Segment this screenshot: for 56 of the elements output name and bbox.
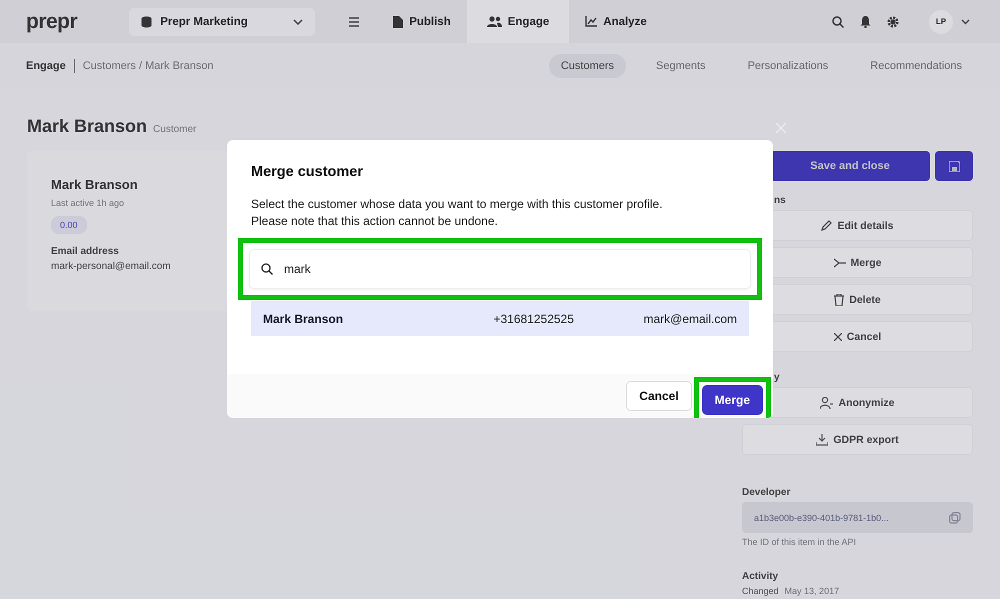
chevron-down-icon — [293, 18, 304, 24]
search-field[interactable]: mark — [249, 249, 751, 289]
score-badge: 0.00 — [51, 216, 87, 234]
changed-label: Changed — [742, 586, 779, 596]
cancel-button[interactable]: Cancel — [626, 381, 692, 411]
section-tab[interactable]: Customers — [548, 54, 626, 78]
pencil-icon — [821, 220, 832, 231]
section-title: Developer — [742, 487, 792, 498]
settings-icon[interactable] — [887, 16, 899, 28]
id-hint: The ID of this item in the API — [742, 537, 858, 547]
customer-name: Mark Branson — [51, 177, 138, 192]
id-field[interactable]: a1b3e00b-e390-401b-9781-1b0... — [742, 502, 973, 533]
merge-icon — [834, 258, 846, 268]
result-row[interactable]: Mark Branson +31681252525 mark@email.com — [251, 301, 749, 336]
result-email: mark@email.com — [643, 312, 737, 326]
bell-icon[interactable] — [860, 16, 871, 28]
chart-icon — [585, 16, 598, 27]
save-button[interactable] — [935, 151, 973, 181]
logo[interactable]: prepr — [26, 10, 78, 34]
nav-tab[interactable]: Engage — [466, 0, 570, 43]
dialog-title: Merge customer — [251, 164, 364, 180]
avatar[interactable]: LP — [929, 10, 953, 34]
page-title: Mark Branson — [27, 116, 148, 137]
breadcrumb-section: Engage — [26, 60, 66, 72]
merge-button[interactable]: Merge — [702, 385, 763, 415]
section-tab[interactable]: Segments — [644, 54, 718, 78]
search-icon[interactable] — [832, 16, 844, 28]
result-phone: +31681252525 — [493, 312, 575, 326]
section-title: Activity — [742, 571, 780, 582]
dialog-description: Select the customer whose data you want to merge with this customer profile. Please note that this action cannot be undone. — [251, 196, 664, 230]
section-title: y — [773, 372, 781, 383]
action-button[interactable]: GDPR export — [742, 424, 973, 455]
trash-icon — [834, 294, 844, 306]
search-icon — [261, 263, 273, 275]
page-subtitle: Customer — [153, 124, 196, 135]
email-value: mark-personal@email.com — [51, 261, 171, 272]
changed-date: May 13, 2017 — [784, 586, 840, 596]
section-title: ns — [773, 195, 787, 206]
save-and-close-button[interactable]: Save and close — [770, 151, 930, 181]
email-label: Email address — [51, 246, 119, 257]
document-icon — [393, 16, 404, 28]
people-icon — [486, 16, 502, 27]
section-tab[interactable]: Personalizations — [736, 54, 840, 78]
breadcrumb-path[interactable]: Customers / Mark Branson — [82, 60, 214, 72]
section-tab[interactable]: Recommendations — [858, 54, 974, 78]
last-active-text: Last active 1h ago — [51, 198, 124, 208]
copy-icon — [949, 512, 961, 524]
result-name: Mark Branson — [263, 312, 344, 326]
menu-icon[interactable] — [349, 16, 360, 26]
person-icon — [820, 396, 834, 408]
workspace-dropdown[interactable]: Prepr Marketing — [129, 8, 316, 36]
chevron-down-icon[interactable] — [961, 18, 970, 24]
database-icon — [141, 16, 152, 28]
download-icon — [816, 434, 828, 446]
floppy-icon — [948, 160, 960, 172]
close-icon — [834, 332, 842, 340]
